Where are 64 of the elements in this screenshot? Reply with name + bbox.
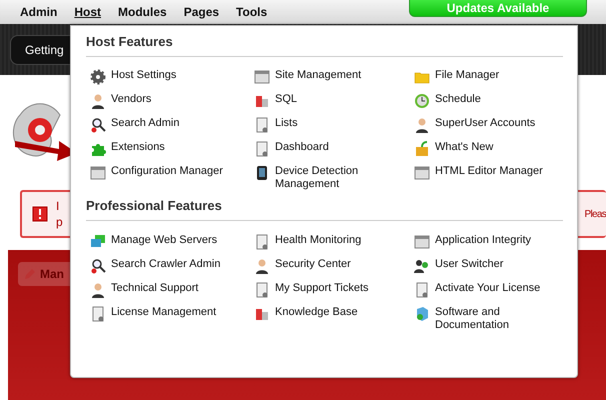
menu-item[interactable]: Manage Web Servers — [90, 234, 254, 250]
menu-item[interactable]: Schedule — [414, 93, 563, 109]
window-icon — [254, 69, 270, 85]
menu-item[interactable]: Configuration Manager — [90, 165, 254, 191]
menu-item[interactable]: SQL — [254, 93, 414, 109]
menu-item[interactable]: Vendors — [90, 93, 254, 109]
puzzle-icon — [90, 141, 106, 157]
menu-item[interactable]: User Switcher — [414, 258, 563, 274]
warning-icon — [32, 206, 48, 222]
menu-item[interactable]: License Management — [90, 306, 254, 332]
menu-item[interactable]: Software and Documentation — [414, 306, 563, 332]
magnifier-icon — [90, 258, 106, 274]
users-icon — [414, 258, 430, 274]
menu-item[interactable]: Site Management — [254, 69, 414, 85]
document-icon — [254, 117, 270, 133]
package-icon — [414, 306, 430, 322]
section-heading: Professional Features — [86, 198, 563, 221]
person-icon — [414, 117, 430, 133]
menu-item[interactable]: Application Integrity — [414, 234, 563, 250]
menu-item[interactable]: My Support Tickets — [254, 282, 414, 298]
document-icon — [254, 141, 270, 157]
section-heading: Host Features — [86, 34, 563, 57]
menu-item[interactable]: Security Center — [254, 258, 414, 274]
person-icon — [90, 282, 106, 298]
nav-menu-item[interactable]: Admin — [20, 5, 58, 19]
document-icon — [254, 282, 270, 298]
alert-text: p — [56, 214, 63, 230]
magnifier-icon — [90, 117, 106, 133]
document-icon — [254, 234, 270, 250]
nav-menu-item[interactable]: Host — [74, 5, 102, 19]
menu-item[interactable]: File Manager — [414, 69, 563, 85]
menu-item[interactable]: Device Detection Management — [254, 165, 414, 191]
window-icon — [414, 165, 430, 181]
device-icon — [254, 165, 270, 181]
menu-item[interactable]: HTML Editor Manager — [414, 165, 563, 191]
menu-item[interactable]: Knowledge Base — [254, 306, 414, 332]
clock-icon — [414, 93, 430, 109]
monitors-icon — [90, 234, 106, 250]
menu-item[interactable]: Health Monitoring — [254, 234, 414, 250]
menu-item[interactable]: Host Settings — [90, 69, 254, 85]
gear-icon — [90, 69, 106, 85]
menu-item[interactable]: SuperUser Accounts — [414, 117, 563, 133]
menu-item[interactable]: What's New — [414, 141, 563, 157]
person-icon — [90, 93, 106, 109]
menu-item[interactable]: Lists — [254, 117, 414, 133]
alert-text: Pleas — [584, 208, 606, 220]
menu-item[interactable]: Extensions — [90, 141, 254, 157]
menu-item[interactable]: Activate Your License — [414, 282, 563, 298]
menu-item[interactable]: Dashboard — [254, 141, 414, 157]
menu-item[interactable]: Technical Support — [90, 282, 254, 298]
document-icon — [90, 306, 106, 322]
nav-menu-item[interactable]: Tools — [236, 5, 268, 19]
box-icon — [414, 141, 430, 157]
person-icon — [254, 258, 270, 274]
nav-menu-item[interactable]: Pages — [184, 5, 220, 19]
window-icon — [414, 234, 430, 250]
database-icon — [254, 93, 270, 109]
menu-item[interactable]: Search Admin — [90, 117, 254, 133]
database-icon — [254, 306, 270, 322]
nav-menu-item[interactable]: Modules — [118, 5, 167, 19]
document-icon — [414, 282, 430, 298]
menu-item[interactable]: Search Crawler Admin — [90, 258, 254, 274]
alert-text: I — [56, 198, 60, 214]
window-icon — [90, 165, 106, 181]
